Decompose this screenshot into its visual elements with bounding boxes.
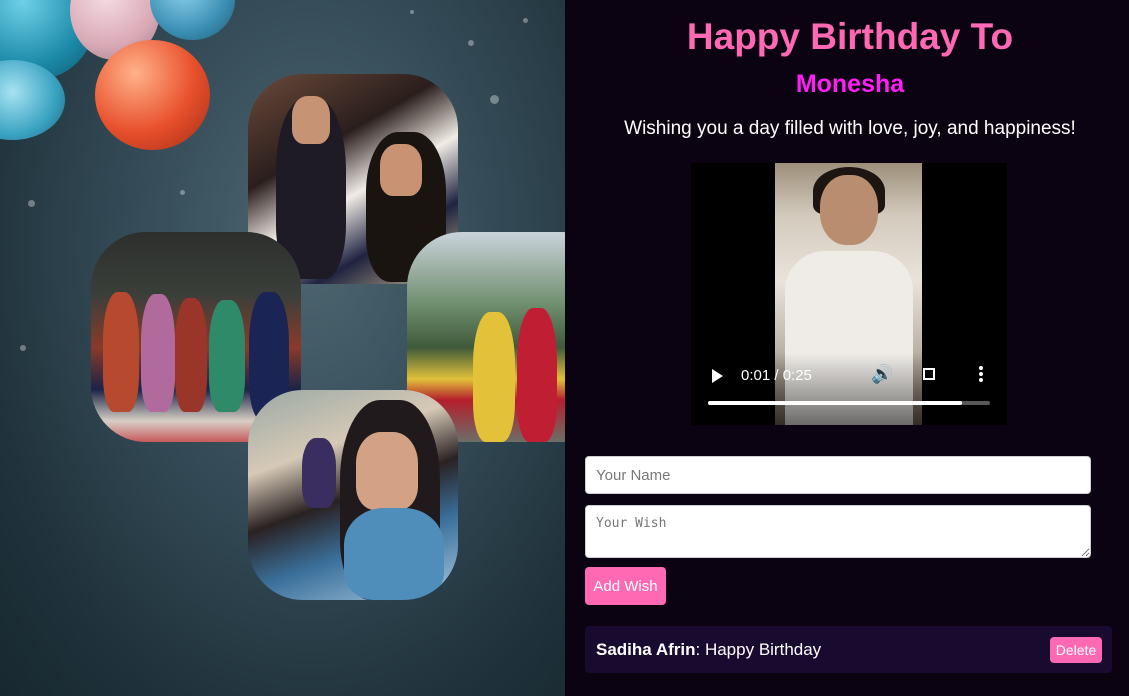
wish-author: Sadiha Afrin [596, 640, 696, 659]
wish-input[interactable] [585, 505, 1091, 558]
video-controls: 0:01 / 0:25 🔊 [691, 353, 1007, 425]
bokeh-dot [28, 200, 35, 207]
bokeh-dot [180, 190, 185, 195]
balloon-image [150, 0, 235, 40]
volume-icon[interactable]: 🔊 [871, 364, 893, 385]
photo-selfie [248, 390, 458, 600]
page-title: Happy Birthday To [686, 16, 1014, 57]
video-progress-fill [708, 401, 962, 405]
content-panel: Happy Birthday To Monesha Wishing you a … [565, 0, 1129, 696]
wish-text: Happy Birthday [704, 640, 822, 659]
add-wish-button[interactable]: Add Wish [585, 567, 666, 605]
bokeh-dot [410, 10, 414, 14]
bokeh-dot [523, 18, 528, 23]
wish-list-item: Sadiha Afrin: Happy Birthday Delete [585, 626, 1112, 673]
birthday-video-player[interactable]: 0:01 / 0:25 🔊 [691, 163, 1007, 425]
bokeh-dot [490, 95, 499, 104]
video-progress-bar[interactable] [708, 401, 990, 405]
balloon-image [95, 40, 210, 150]
birthday-person-name: Monesha [795, 70, 905, 98]
name-input[interactable] [585, 456, 1091, 494]
video-time: 0:01 / 0:25 [741, 367, 812, 384]
bokeh-dot [20, 345, 26, 351]
bokeh-dot [468, 40, 474, 46]
delete-wish-button[interactable]: Delete [1050, 637, 1102, 663]
fullscreen-icon[interactable] [923, 368, 935, 380]
background-panel [0, 0, 565, 696]
more-options-icon[interactable] [979, 366, 983, 384]
birthday-message: Wishing you a day filled with love, joy,… [624, 118, 1076, 139]
play-icon[interactable] [712, 369, 723, 383]
